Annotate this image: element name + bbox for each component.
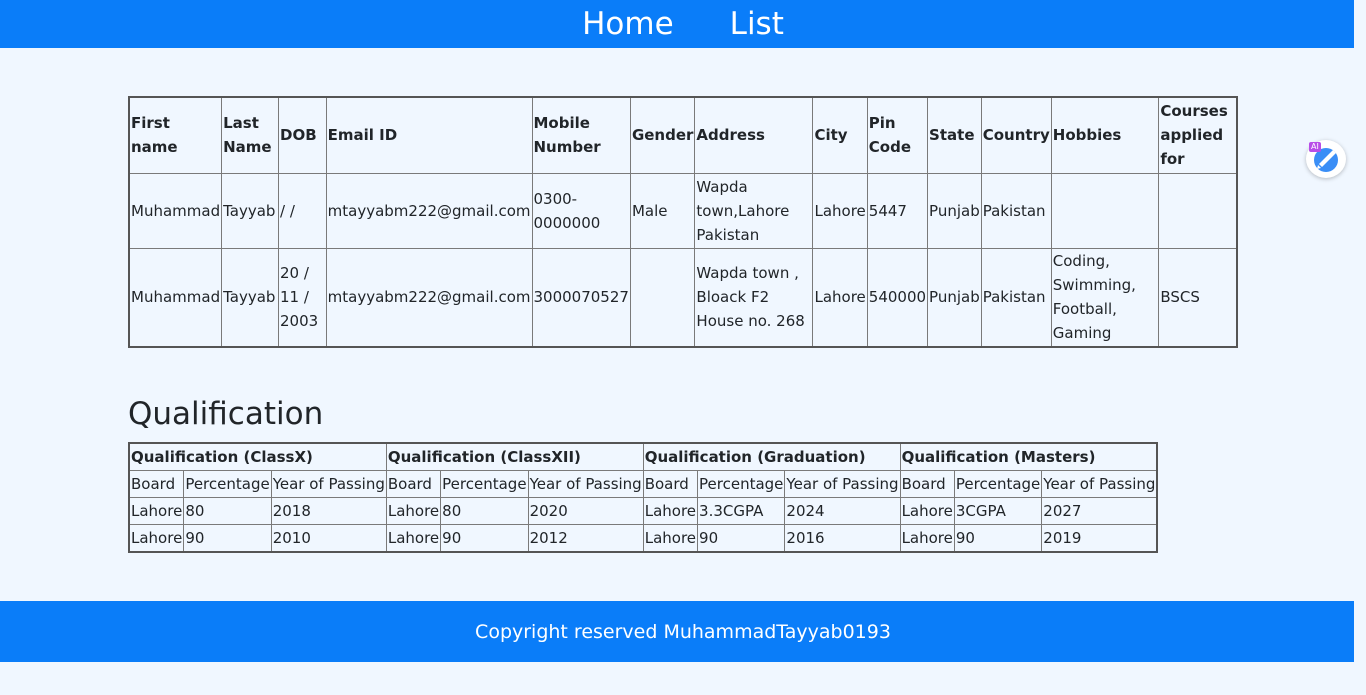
cell-hobbies xyxy=(1050,172,1160,249)
navbar: Home List xyxy=(0,0,1366,48)
vertical-scrollbar[interactable] xyxy=(1354,0,1366,695)
subheader-percentage: Percentage xyxy=(440,470,529,498)
header-city: City xyxy=(812,96,868,174)
table-header-row: First name Last Name DOB Email ID Mobile… xyxy=(128,96,1238,174)
header-hobbies: Hobbies xyxy=(1050,96,1160,174)
header-email: Email ID xyxy=(325,96,533,174)
cell-percentage: 90 xyxy=(183,524,272,553)
qualification-table: Qualification (ClassX) Qualification (Cl… xyxy=(128,442,1159,553)
group-classxii: Qualification (ClassXII) xyxy=(385,442,644,471)
cell-city: Lahore xyxy=(812,247,868,348)
group-classx: Qualification (ClassX) xyxy=(128,442,387,471)
subheader-year: Year of Passing xyxy=(270,470,387,498)
cell-percentage: 80 xyxy=(183,497,272,525)
cell-board: Lahore xyxy=(385,524,442,553)
cell-last-name: Tayyab xyxy=(221,247,280,348)
cell-year: 2012 xyxy=(527,524,644,553)
subheader-percentage: Percentage xyxy=(697,470,786,498)
header-address: Address xyxy=(694,96,814,174)
cell-hobbies: Coding, Swimming, Football, Gaming xyxy=(1050,247,1160,348)
header-mobile: Mobile Number xyxy=(531,96,631,174)
cell-first-name: Muhammad xyxy=(128,172,223,249)
cell-last-name: Tayyab xyxy=(221,172,280,249)
cell-address: Wapda town , Bloack F2 House no. 268 xyxy=(694,247,814,348)
header-dob: DOB xyxy=(278,96,327,174)
qualification-heading: Qualification xyxy=(128,396,324,432)
cell-country: Pakistan xyxy=(980,247,1052,348)
cell-country: Pakistan xyxy=(980,172,1052,249)
cell-dob: / / xyxy=(278,172,327,249)
copyright-text: Copyright reserved MuhammadTayyab0193 xyxy=(475,620,891,643)
cell-mobile: 0300-0000000 xyxy=(531,172,631,249)
qualification-subheader-row: Board Percentage Year of Passing Board P… xyxy=(128,470,1158,498)
cell-percentage: 80 xyxy=(440,497,529,525)
cell-dob: 20 / 11 / 2003 xyxy=(278,247,327,348)
cell-percentage: 3.3CGPA xyxy=(697,497,786,525)
footer: Copyright reserved MuhammadTayyab0193 xyxy=(0,601,1366,662)
cell-address: Wapda town,Lahore Pakistan xyxy=(694,172,814,249)
cell-city: Lahore xyxy=(812,172,868,249)
cell-email: mtayyabm222@gmail.com xyxy=(325,247,533,348)
cell-pin-code: 540000 xyxy=(866,247,929,348)
cell-board: Lahore xyxy=(385,497,442,525)
cell-board: Lahore xyxy=(128,497,185,525)
cell-year: 2024 xyxy=(784,497,901,525)
cell-year: 2018 xyxy=(270,497,387,525)
cell-gender xyxy=(629,247,696,348)
header-last-name: Last Name xyxy=(221,96,280,174)
subheader-board: Board xyxy=(385,470,442,498)
ai-badge: AI xyxy=(1309,142,1321,152)
cell-year: 2019 xyxy=(1041,524,1158,553)
table-row: Lahore 90 2010 Lahore 90 2012 Lahore 90 … xyxy=(128,524,1158,553)
header-courses: Courses applied for xyxy=(1158,96,1238,174)
cell-state: Punjab xyxy=(927,172,982,249)
cell-year: 2016 xyxy=(784,524,901,553)
student-table: First name Last Name DOB Email ID Mobile… xyxy=(128,96,1238,348)
subheader-percentage: Percentage xyxy=(183,470,272,498)
cell-percentage: 90 xyxy=(440,524,529,553)
nav-home-link[interactable]: Home xyxy=(582,0,674,48)
subheader-percentage: Percentage xyxy=(953,470,1043,498)
header-first-name: First name xyxy=(128,96,223,174)
nav-list-link[interactable]: List xyxy=(730,0,784,48)
table-row: Muhammad Tayyab / / mtayyabm222@gmail.co… xyxy=(128,172,1238,249)
cell-first-name: Muhammad xyxy=(128,247,223,348)
table-row: Muhammad Tayyab 20 / 11 / 2003 mtayyabm2… xyxy=(128,247,1238,348)
cell-percentage: 90 xyxy=(953,524,1043,553)
cell-courses xyxy=(1158,172,1238,249)
subheader-year: Year of Passing xyxy=(784,470,901,498)
cell-board: Lahore xyxy=(899,524,955,553)
subheader-board: Board xyxy=(899,470,955,498)
header-country: Country xyxy=(980,96,1052,174)
cell-board: Lahore xyxy=(642,524,699,553)
cell-state: Punjab xyxy=(927,247,982,348)
cell-courses: BSCS xyxy=(1158,247,1238,348)
cell-percentage: 3CGPA xyxy=(953,497,1043,525)
subheader-year: Year of Passing xyxy=(1041,470,1158,498)
cell-pin-code: 5447 xyxy=(866,172,929,249)
cell-year: 2020 xyxy=(527,497,644,525)
subheader-year: Year of Passing xyxy=(527,470,644,498)
cell-year: 2027 xyxy=(1041,497,1158,525)
cell-mobile: 3000070527 xyxy=(531,247,631,348)
subheader-board: Board xyxy=(128,470,185,498)
header-state: State xyxy=(927,96,982,174)
cell-board: Lahore xyxy=(899,497,955,525)
cell-percentage: 90 xyxy=(697,524,786,553)
header-gender: Gender xyxy=(629,96,696,174)
header-pin-code: Pin Code xyxy=(866,96,929,174)
qualification-group-row: Qualification (ClassX) Qualification (Cl… xyxy=(128,442,1158,471)
table-row: Lahore 80 2018 Lahore 80 2020 Lahore 3.3… xyxy=(128,497,1158,525)
cell-board: Lahore xyxy=(642,497,699,525)
subheader-board: Board xyxy=(642,470,699,498)
cell-gender: Male xyxy=(629,172,696,249)
cell-year: 2010 xyxy=(270,524,387,553)
cell-board: Lahore xyxy=(128,524,185,553)
group-graduation: Qualification (Graduation) xyxy=(642,442,901,471)
cell-email: mtayyabm222@gmail.com xyxy=(325,172,533,249)
group-masters: Qualification (Masters) xyxy=(899,442,1158,471)
